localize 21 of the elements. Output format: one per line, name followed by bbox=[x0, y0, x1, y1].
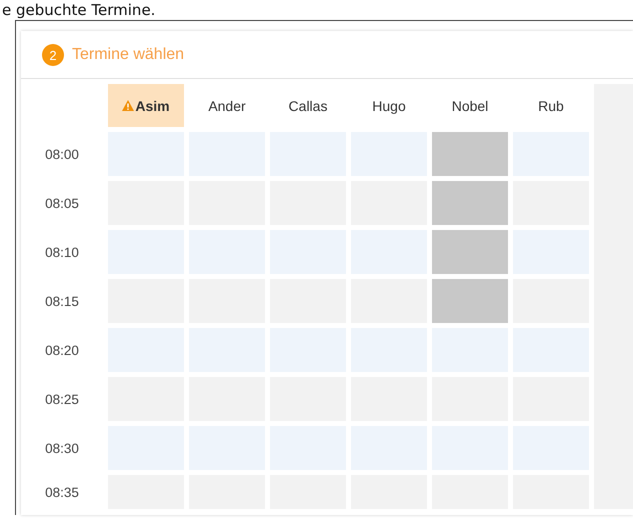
time-label: 08:00 bbox=[44, 146, 80, 164]
booked-slot[interactable] bbox=[432, 181, 508, 225]
time-label: 08:30 bbox=[44, 440, 80, 458]
time-label: 08:35 bbox=[44, 484, 80, 502]
column-header[interactable]: Hugo bbox=[351, 84, 427, 127]
booked-slot[interactable] bbox=[432, 279, 508, 323]
time-label: 08:10 bbox=[44, 244, 80, 262]
booked-slot[interactable] bbox=[432, 230, 508, 274]
booked-slot[interactable] bbox=[432, 132, 508, 176]
caption-text: e gebuchte Termine. bbox=[1, 0, 156, 20]
column-header[interactable]: Ander bbox=[189, 84, 265, 127]
column-header[interactable]: Callas bbox=[270, 84, 346, 127]
time-label: 08:15 bbox=[44, 292, 80, 310]
column-header[interactable]: Rub bbox=[513, 84, 589, 127]
column-header[interactable]: Nobel bbox=[432, 84, 508, 127]
time-label: 08:25 bbox=[44, 390, 80, 408]
time-label: 08:05 bbox=[44, 194, 80, 212]
step-title: Termine wählen bbox=[72, 46, 184, 64]
step-number-badge: 2 bbox=[42, 44, 64, 66]
time-label: 08:20 bbox=[44, 342, 80, 360]
column-header[interactable]: Asim bbox=[108, 84, 184, 127]
